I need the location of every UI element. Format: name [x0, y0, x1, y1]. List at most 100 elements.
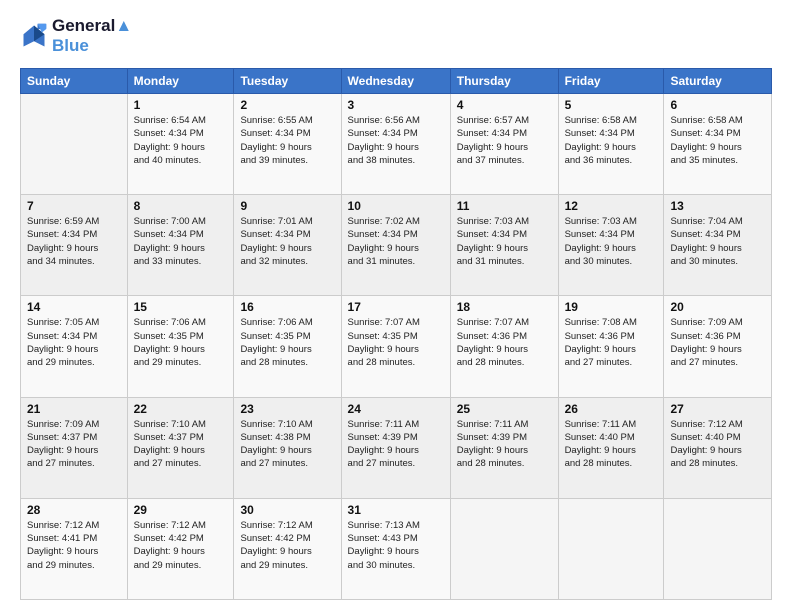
day-number: 31: [348, 503, 444, 517]
day-number: 24: [348, 402, 444, 416]
day-number: 12: [565, 199, 658, 213]
day-cell: 28 Sunrise: 7:12 AM Sunset: 4:41 PM Dayli…: [21, 498, 128, 599]
day-cell: 9Sunrise: 7:01 AM Sunset: 4:34 PM Daylig…: [234, 195, 341, 296]
day-info: Sunrise: 7:06 AM Sunset: 4:35 PM Dayligh…: [240, 316, 334, 369]
day-cell: [664, 498, 772, 599]
day-info: Sunrise: 7:03 AM Sunset: 4:34 PM Dayligh…: [457, 215, 552, 268]
day-cell: 30 Sunrise: 7:12 AM Sunset: 4:42 PM Dayli…: [234, 498, 341, 599]
week-row-1: 7Sunrise: 6:59 AM Sunset: 4:34 PM Daylig…: [21, 195, 772, 296]
day-cell: 20 Sunrise: 7:09 AM Sunset: 4:36 PM Dayli…: [664, 296, 772, 397]
page: General▲ Blue SundayMondayTuesdayWednesd…: [0, 0, 792, 612]
day-number: 16: [240, 300, 334, 314]
day-number: 28: [27, 503, 121, 517]
day-cell: 1 Sunrise: 6:54 AM Sunset: 4:34 PM Daylig…: [127, 94, 234, 195]
day-number: 26: [565, 402, 658, 416]
week-row-2: 14 Sunrise: 7:05 AM Sunset: 4:34 PM Dayli…: [21, 296, 772, 397]
day-info: Sunrise: 7:00 AM Sunset: 4:34 PM Dayligh…: [134, 215, 228, 268]
day-cell: 21 Sunrise: 7:09 AM Sunset: 4:37 PM Dayli…: [21, 397, 128, 498]
day-info: Sunrise: 7:05 AM Sunset: 4:34 PM Dayligh…: [27, 316, 121, 369]
header-day-saturday: Saturday: [664, 69, 772, 94]
day-number: 29: [134, 503, 228, 517]
day-info: Sunrise: 7:07 AM Sunset: 4:36 PM Dayligh…: [457, 316, 552, 369]
day-info: Sunrise: 7:10 AM Sunset: 4:37 PM Dayligh…: [134, 418, 228, 471]
week-row-4: 28 Sunrise: 7:12 AM Sunset: 4:41 PM Dayli…: [21, 498, 772, 599]
day-cell: 27 Sunrise: 7:12 AM Sunset: 4:40 PM Dayli…: [664, 397, 772, 498]
day-info: Sunrise: 6:58 AM Sunset: 4:34 PM Dayligh…: [670, 114, 765, 167]
day-number: 14: [27, 300, 121, 314]
day-info: Sunrise: 7:12 AM Sunset: 4:42 PM Dayligh…: [134, 519, 228, 572]
day-info: Sunrise: 7:12 AM Sunset: 4:40 PM Dayligh…: [670, 418, 765, 471]
header-day-tuesday: Tuesday: [234, 69, 341, 94]
header-day-monday: Monday: [127, 69, 234, 94]
day-cell: 14 Sunrise: 7:05 AM Sunset: 4:34 PM Dayli…: [21, 296, 128, 397]
day-number: 20: [670, 300, 765, 314]
day-cell: 17 Sunrise: 7:07 AM Sunset: 4:35 PM Dayli…: [341, 296, 450, 397]
day-info: Sunrise: 7:09 AM Sunset: 4:37 PM Dayligh…: [27, 418, 121, 471]
day-info: Sunrise: 7:12 AM Sunset: 4:41 PM Dayligh…: [27, 519, 121, 572]
day-cell: 12 Sunrise: 7:03 AM Sunset: 4:34 PM Dayli…: [558, 195, 664, 296]
day-info: Sunrise: 6:54 AM Sunset: 4:34 PM Dayligh…: [134, 114, 228, 167]
day-cell: 11 Sunrise: 7:03 AM Sunset: 4:34 PM Dayli…: [450, 195, 558, 296]
day-info: Sunrise: 7:04 AM Sunset: 4:34 PM Dayligh…: [670, 215, 765, 268]
header-day-wednesday: Wednesday: [341, 69, 450, 94]
day-cell: 26 Sunrise: 7:11 AM Sunset: 4:40 PM Dayli…: [558, 397, 664, 498]
day-cell: 6 Sunrise: 6:58 AM Sunset: 4:34 PM Daylig…: [664, 94, 772, 195]
header: General▲ Blue: [20, 16, 772, 56]
day-number: 11: [457, 199, 552, 213]
day-cell: 15Sunrise: 7:06 AM Sunset: 4:35 PM Dayli…: [127, 296, 234, 397]
header-day-friday: Friday: [558, 69, 664, 94]
day-number: 1: [134, 98, 228, 112]
day-cell: 29 Sunrise: 7:12 AM Sunset: 4:42 PM Dayli…: [127, 498, 234, 599]
day-info: Sunrise: 7:06 AM Sunset: 4:35 PM Dayligh…: [134, 316, 228, 369]
day-number: 10: [348, 199, 444, 213]
day-number: 30: [240, 503, 334, 517]
day-cell: 5Sunrise: 6:58 AM Sunset: 4:34 PM Daylig…: [558, 94, 664, 195]
day-cell: 3 Sunrise: 6:56 AM Sunset: 4:34 PM Daylig…: [341, 94, 450, 195]
calendar-table: SundayMondayTuesdayWednesdayThursdayFrid…: [20, 68, 772, 600]
day-number: 27: [670, 402, 765, 416]
day-cell: [21, 94, 128, 195]
day-cell: 10 Sunrise: 7:02 AM Sunset: 4:34 PM Dayli…: [341, 195, 450, 296]
day-info: Sunrise: 7:09 AM Sunset: 4:36 PM Dayligh…: [670, 316, 765, 369]
day-info: Sunrise: 7:11 AM Sunset: 4:39 PM Dayligh…: [457, 418, 552, 471]
day-number: 5: [565, 98, 658, 112]
day-cell: 7Sunrise: 6:59 AM Sunset: 4:34 PM Daylig…: [21, 195, 128, 296]
day-number: 4: [457, 98, 552, 112]
day-number: 6: [670, 98, 765, 112]
day-info: Sunrise: 7:13 AM Sunset: 4:43 PM Dayligh…: [348, 519, 444, 572]
day-info: Sunrise: 7:12 AM Sunset: 4:42 PM Dayligh…: [240, 519, 334, 572]
day-number: 23: [240, 402, 334, 416]
day-info: Sunrise: 7:10 AM Sunset: 4:38 PM Dayligh…: [240, 418, 334, 471]
day-cell: 18 Sunrise: 7:07 AM Sunset: 4:36 PM Dayli…: [450, 296, 558, 397]
day-cell: 13Sunrise: 7:04 AM Sunset: 4:34 PM Dayli…: [664, 195, 772, 296]
day-cell: 31 Sunrise: 7:13 AM Sunset: 4:43 PM Dayli…: [341, 498, 450, 599]
day-info: Sunrise: 6:57 AM Sunset: 4:34 PM Dayligh…: [457, 114, 552, 167]
day-cell: 24Sunrise: 7:11 AM Sunset: 4:39 PM Dayli…: [341, 397, 450, 498]
day-number: 2: [240, 98, 334, 112]
day-cell: [450, 498, 558, 599]
day-info: Sunrise: 6:56 AM Sunset: 4:34 PM Dayligh…: [348, 114, 444, 167]
day-info: Sunrise: 7:03 AM Sunset: 4:34 PM Dayligh…: [565, 215, 658, 268]
logo-icon: [20, 22, 48, 50]
day-info: Sunrise: 7:02 AM Sunset: 4:34 PM Dayligh…: [348, 215, 444, 268]
day-number: 19: [565, 300, 658, 314]
day-number: 17: [348, 300, 444, 314]
logo: General▲ Blue: [20, 16, 132, 56]
header-day-sunday: Sunday: [21, 69, 128, 94]
day-cell: 2Sunrise: 6:55 AM Sunset: 4:34 PM Daylig…: [234, 94, 341, 195]
day-info: Sunrise: 7:08 AM Sunset: 4:36 PM Dayligh…: [565, 316, 658, 369]
day-info: Sunrise: 7:07 AM Sunset: 4:35 PM Dayligh…: [348, 316, 444, 369]
calendar-header-row: SundayMondayTuesdayWednesdayThursdayFrid…: [21, 69, 772, 94]
logo-text: General▲ Blue: [52, 16, 132, 56]
day-number: 7: [27, 199, 121, 213]
day-number: 18: [457, 300, 552, 314]
day-info: Sunrise: 7:11 AM Sunset: 4:40 PM Dayligh…: [565, 418, 658, 471]
day-cell: [558, 498, 664, 599]
day-cell: 22Sunrise: 7:10 AM Sunset: 4:37 PM Dayli…: [127, 397, 234, 498]
day-cell: 19 Sunrise: 7:08 AM Sunset: 4:36 PM Dayli…: [558, 296, 664, 397]
day-cell: 23 Sunrise: 7:10 AM Sunset: 4:38 PM Dayli…: [234, 397, 341, 498]
day-cell: 4 Sunrise: 6:57 AM Sunset: 4:34 PM Daylig…: [450, 94, 558, 195]
day-number: 9: [240, 199, 334, 213]
day-number: 21: [27, 402, 121, 416]
day-number: 3: [348, 98, 444, 112]
